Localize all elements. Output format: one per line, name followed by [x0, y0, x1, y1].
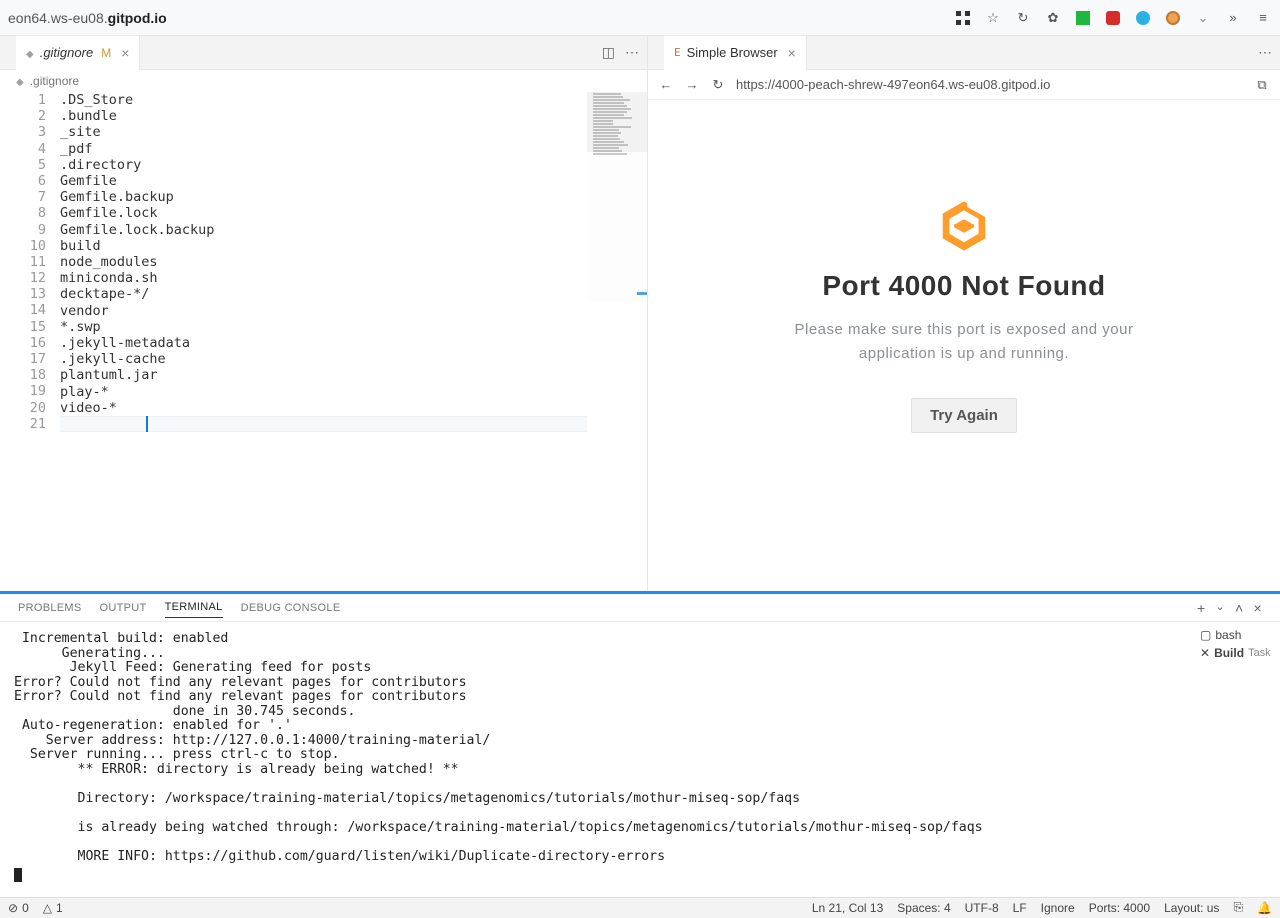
open-external-icon[interactable]: ⧉	[1254, 77, 1270, 93]
more-icon[interactable]: ⋯	[625, 44, 639, 61]
status-bell-icon[interactable]: 🔔	[1257, 901, 1272, 915]
breadcrumb[interactable]: .gitignore	[0, 70, 647, 92]
tools-icon: ✕	[1200, 646, 1210, 660]
terminal-entry-build[interactable]: ✕Build Task	[1200, 646, 1272, 660]
close-panel-icon[interactable]: ×	[1254, 600, 1262, 616]
code-editor[interactable]: 123456789101112131415161718192021 .DS_St…	[0, 92, 647, 591]
status-feedback-icon[interactable]: ⎘	[1233, 900, 1243, 915]
gitpod-logo	[936, 198, 992, 254]
terminal-list: ▢bash ✕Build Task	[1192, 622, 1280, 897]
overflow-icon[interactable]: »	[1224, 9, 1242, 27]
simple-browser-url[interactable]: https://4000-peach-shrew-497eon64.ws-eu0…	[736, 77, 1244, 92]
simple-browser-content: Port 4000 Not Found Please make sure thi…	[648, 100, 1280, 591]
error-icon: ⊘	[8, 901, 18, 915]
address-url[interactable]: eon64.ws-eu08.gitpod.io	[8, 10, 167, 26]
terminal-dropdown-icon[interactable]: ⌄	[1216, 600, 1226, 616]
split-editor-icon[interactable]: ◫	[602, 44, 615, 61]
reload-icon[interactable]: ↻	[1014, 9, 1032, 27]
star-icon[interactable]: ☆	[984, 9, 1002, 27]
workbench: .gitignore M × ◫ ⋯ .gitignore 1234567891…	[0, 36, 1280, 918]
tab-gitignore[interactable]: .gitignore M ×	[16, 36, 140, 70]
editor-pane: .gitignore M × ◫ ⋯ .gitignore 1234567891…	[0, 36, 648, 591]
tab-modified-indicator: M	[101, 46, 111, 60]
status-indent[interactable]: Spaces: 4	[897, 901, 950, 915]
overview-ruler[interactable]	[637, 92, 647, 591]
status-cursor-pos[interactable]: Ln 21, Col 13	[812, 901, 883, 915]
editor-tabbar: .gitignore M × ◫ ⋯	[0, 36, 647, 70]
ruler-cursor-mark	[637, 292, 647, 295]
terminal-output[interactable]: Incremental build: enabled Generating...…	[0, 622, 1192, 897]
more-icon[interactable]: ⋯	[1258, 44, 1272, 61]
simple-browser-pane: E Simple Browser × ⋯ ← → ↻ https://4000-…	[648, 36, 1280, 591]
status-layout[interactable]: Layout: us	[1164, 901, 1219, 915]
status-encoding[interactable]: UTF-8	[965, 901, 999, 915]
maximize-panel-icon[interactable]: ˄	[1235, 600, 1243, 616]
reload-icon[interactable]: ↻	[710, 77, 726, 93]
browser-toolbar-icons: ☆ ↻ ✿ ⌄ » ≡	[954, 9, 1272, 27]
terminal-cursor	[14, 868, 22, 882]
back-icon[interactable]: ←	[658, 77, 674, 92]
status-bar: ⊘0 △1 Ln 21, Col 13 Spaces: 4 UTF-8 LF I…	[0, 897, 1280, 918]
tab-label: .gitignore	[40, 45, 93, 60]
simple-browser-toolbar: ← → ↻ https://4000-peach-shrew-497eon64.…	[648, 70, 1280, 100]
close-icon[interactable]: ×	[788, 45, 796, 61]
panel-tabbar: PROBLEMS OUTPUT TERMINAL DEBUG CONSOLE +…	[0, 594, 1280, 622]
tab-debug-console[interactable]: DEBUG CONSOLE	[241, 598, 341, 618]
qr-icon[interactable]	[954, 9, 972, 27]
url-host: gitpod.io	[108, 10, 167, 26]
port-not-found-title: Port 4000 Not Found	[822, 270, 1105, 302]
status-errors[interactable]: ⊘0	[8, 901, 29, 915]
bottom-panel: PROBLEMS OUTPUT TERMINAL DEBUG CONSOLE +…	[0, 594, 1280, 897]
port-not-found-subtitle: Please make sure this port is exposed an…	[774, 318, 1154, 366]
ext-orange-icon[interactable]	[1164, 9, 1182, 27]
tab-simple-browser[interactable]: E Simple Browser ×	[664, 36, 807, 70]
breadcrumb-label: .gitignore	[30, 74, 79, 88]
ext-green-icon[interactable]	[1074, 9, 1092, 27]
terminal-text: Incremental build: enabled Generating...…	[14, 631, 983, 864]
terminal-shell-icon: ▢	[1200, 628, 1211, 642]
status-eol[interactable]: LF	[1013, 901, 1027, 915]
tab-problems[interactable]: PROBLEMS	[18, 598, 82, 618]
tab-output[interactable]: OUTPUT	[100, 598, 147, 618]
new-terminal-icon[interactable]: +	[1197, 600, 1205, 616]
ext-shield-icon[interactable]	[1104, 9, 1122, 27]
url-prefix: eon64.ws-eu08.	[8, 10, 108, 26]
code-lines[interactable]: .DS_Store .bundle _site _pdf .directory …	[60, 92, 647, 591]
warning-icon: △	[43, 901, 52, 915]
status-warnings[interactable]: △1	[43, 901, 63, 915]
browser-tabbar: E Simple Browser × ⋯	[648, 36, 1280, 70]
tab-label: Simple Browser	[687, 45, 778, 60]
line-number-gutter: 123456789101112131415161718192021	[0, 92, 60, 591]
gitignore-file-icon	[26, 45, 34, 60]
gitignore-file-icon	[16, 74, 24, 88]
tab-terminal[interactable]: TERMINAL	[165, 597, 223, 618]
ext-blue-icon[interactable]	[1134, 9, 1152, 27]
close-icon[interactable]: ×	[121, 45, 129, 61]
forward-icon[interactable]: →	[684, 77, 700, 92]
status-language[interactable]: Ignore	[1041, 901, 1075, 915]
chevron-down-icon[interactable]: ⌄	[1194, 9, 1212, 27]
text-cursor	[146, 416, 148, 432]
terminal-entry-bash[interactable]: ▢bash	[1200, 628, 1272, 642]
try-again-button[interactable]: Try Again	[911, 398, 1017, 433]
browser-chrome: eon64.ws-eu08.gitpod.io ☆ ↻ ✿ ⌄ » ≡	[0, 0, 1280, 36]
extensions-icon[interactable]: ✿	[1044, 9, 1062, 27]
status-ports[interactable]: Ports: 4000	[1089, 901, 1150, 915]
hamburger-icon[interactable]: ≡	[1254, 9, 1272, 27]
browser-tab-icon: E	[674, 46, 681, 59]
